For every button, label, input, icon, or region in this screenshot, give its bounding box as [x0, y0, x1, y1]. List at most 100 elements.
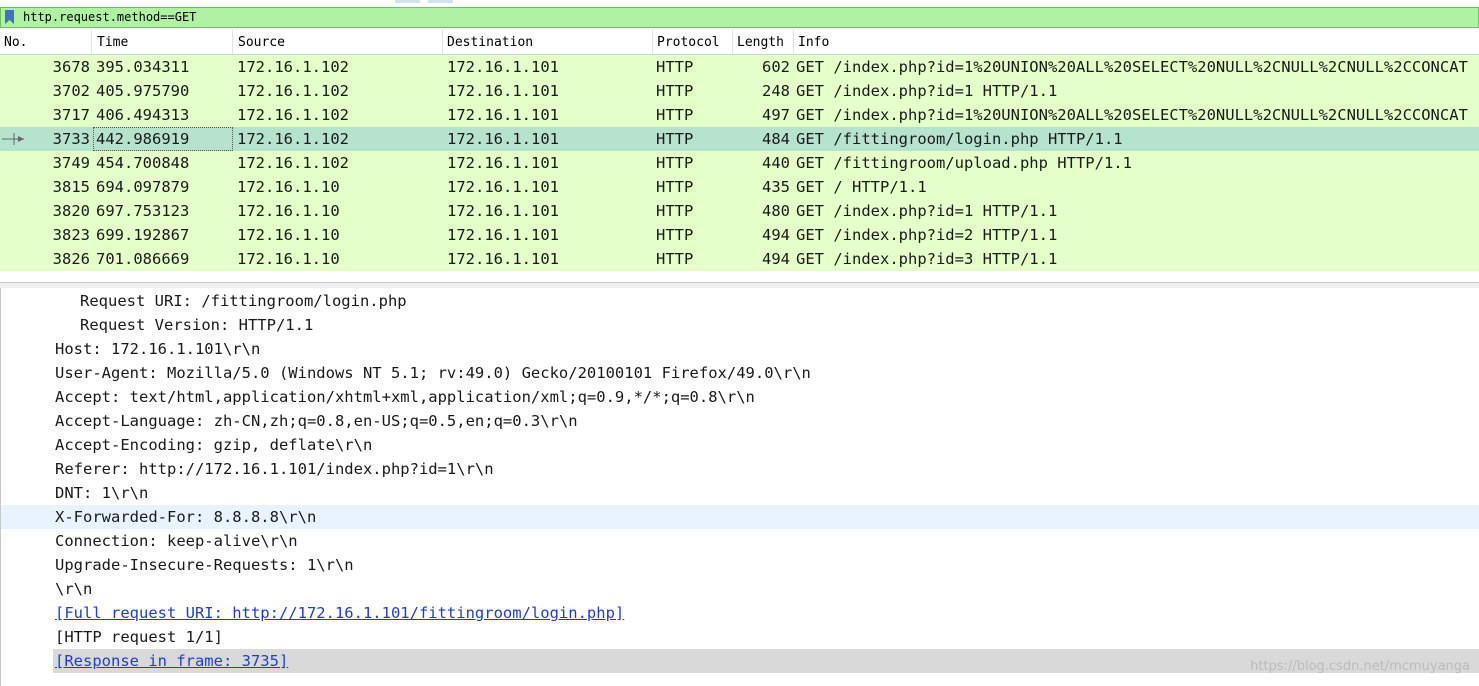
packet-time: 454.700848: [96, 154, 190, 172]
packet-no: 3702: [52, 82, 90, 100]
packet-source: 172.16.1.10: [237, 178, 340, 196]
packet-destination: 172.16.1.101: [447, 106, 559, 124]
packet-time: 406.494313: [96, 106, 190, 124]
packet-protocol: HTTP: [656, 82, 694, 100]
packet-row[interactable]: 3717 406.494313 172.16.1.102 172.16.1.101 HT…: [0, 103, 1479, 127]
packet-no: 3820: [52, 202, 90, 220]
packet-source: 172.16.1.102: [237, 58, 349, 76]
packet-info: GET /fittingroom/login.php HTTP/1.1: [796, 130, 1123, 148]
packet-info: GET /fittingroom/upload.php HTTP/1.1: [796, 154, 1132, 172]
packet-no: 3823: [52, 226, 90, 244]
packet-list-header: No. Time Source Destination Protocol Len…: [0, 30, 1479, 55]
packet-destination: 172.16.1.101: [447, 178, 559, 196]
packet-protocol: HTTP: [656, 226, 694, 244]
watermark: https://blog.csdn.net/mcmuyanga: [1250, 659, 1470, 674]
packet-row[interactable]: 3678 395.034311 172.16.1.102 172.16.1.101 HT…: [0, 55, 1479, 79]
packet-info: GET /index.php?id=1 HTTP/1.1: [796, 82, 1058, 100]
packet-destination: 172.16.1.101: [447, 202, 559, 220]
toolbar-tab[interactable]: [428, 0, 453, 3]
packet-source: 172.16.1.10: [237, 226, 340, 244]
packet-row[interactable]: 3702 405.975790 172.16.1.102 172.16.1.101 HT…: [0, 79, 1479, 103]
packet-destination: 172.16.1.101: [447, 250, 559, 268]
detail-line-user-agent[interactable]: User-Agent: Mozilla/5.0 (Windows NT 5.1;…: [1, 361, 1479, 385]
packet-source: 172.16.1.102: [237, 82, 349, 100]
detail-line-accept-encoding[interactable]: Accept-Encoding: gzip, deflate\r\n: [1, 433, 1479, 457]
packet-time: 395.034311: [96, 58, 190, 76]
detail-line-http-request[interactable]: [HTTP request 1/1]: [1, 625, 1479, 649]
packet-length: 602: [762, 58, 790, 76]
col-header-time[interactable]: Time: [93, 30, 233, 54]
detail-line-connection[interactable]: Connection: keep-alive\r\n: [1, 529, 1479, 553]
packet-source: 172.16.1.10: [237, 250, 340, 268]
packet-source: 172.16.1.102: [237, 106, 349, 124]
full-request-uri-link[interactable]: [Full request URI: http://172.16.1.101/f…: [55, 601, 624, 625]
detail-line-upgrade-insecure-requests[interactable]: Upgrade-Insecure-Requests: 1\r\n: [1, 553, 1479, 577]
packet-length: 497: [762, 106, 790, 124]
packet-length: 484: [762, 130, 790, 148]
packet-destination: 172.16.1.101: [447, 154, 559, 172]
packet-protocol: HTTP: [656, 106, 694, 124]
packet-protocol: HTTP: [656, 178, 694, 196]
packet-length: 435: [762, 178, 790, 196]
packet-info: GET /index.php?id=1%20UNION%20ALL%20SELE…: [796, 58, 1468, 76]
col-header-no[interactable]: No.: [0, 30, 92, 54]
response-frame-link[interactable]: [Response in frame: 3735]: [55, 649, 288, 673]
filter-text[interactable]: http.request.method==GET: [23, 10, 196, 24]
detail-line-dnt[interactable]: DNT: 1\r\n: [1, 481, 1479, 505]
detail-line-crlf[interactable]: \r\n: [1, 577, 1479, 601]
packet-length: 480: [762, 202, 790, 220]
col-header-source[interactable]: Source: [234, 30, 443, 54]
display-filter-bar[interactable]: http.request.method==GET: [0, 7, 1479, 28]
packet-info: GET /index.php?id=1 HTTP/1.1: [796, 202, 1058, 220]
packet-time: 405.975790: [96, 82, 190, 100]
col-header-info[interactable]: Info: [794, 30, 1479, 54]
packet-destination: 172.16.1.101: [447, 82, 559, 100]
packet-time: 442.986919: [96, 130, 190, 148]
detail-line-host[interactable]: Host: 172.16.1.101\r\n: [1, 337, 1479, 361]
packet-no: 3678: [52, 58, 90, 76]
packet-length: 494: [762, 226, 790, 244]
detail-line-request-uri[interactable]: Request URI: /fittingroom/login.php: [1, 289, 1479, 313]
detail-line-request-version[interactable]: Request Version: HTTP/1.1: [1, 313, 1479, 337]
packet-destination: 172.16.1.101: [447, 226, 559, 244]
col-header-length[interactable]: Length: [733, 30, 794, 54]
packet-details[interactable]: Request URI: /fittingroom/login.php Requ…: [0, 288, 1479, 686]
packet-info: GET / HTTP/1.1: [796, 178, 927, 196]
packet-info: GET /index.php?id=2 HTTP/1.1: [796, 226, 1058, 244]
detail-line-full-request-uri[interactable]: [Full request URI: http://172.16.1.101/f…: [1, 601, 1479, 625]
packet-no: 3826: [52, 250, 90, 268]
packet-source: 172.16.1.102: [237, 154, 349, 172]
packet-protocol: HTTP: [656, 202, 694, 220]
packet-info: GET /index.php?id=1%20UNION%20ALL%20SELE…: [796, 106, 1468, 124]
packet-time: 699.192867: [96, 226, 190, 244]
packet-info: GET /index.php?id=3 HTTP/1.1: [796, 250, 1058, 268]
packet-no: 3815: [52, 178, 90, 196]
packet-row[interactable]: 3749 454.700848 172.16.1.102 172.16.1.101 HT…: [0, 151, 1479, 175]
toolbar-tab[interactable]: [395, 0, 420, 3]
packet-length: 440: [762, 154, 790, 172]
packet-row[interactable]: 3826 701.086669 172.16.1.10 172.16.1.101 HTT…: [0, 247, 1479, 271]
packet-protocol: HTTP: [656, 154, 694, 172]
packet-destination: 172.16.1.101: [447, 130, 559, 148]
top-strip: [0, 0, 1479, 7]
packet-source: 172.16.1.10: [237, 202, 340, 220]
packet-list[interactable]: No. Time Source Destination Protocol Len…: [0, 30, 1479, 282]
packet-protocol: HTTP: [656, 130, 694, 148]
detail-line-referer[interactable]: Referer: http://172.16.1.101/index.php?i…: [1, 457, 1479, 481]
col-header-destination[interactable]: Destination: [443, 30, 653, 54]
packet-row[interactable]: 3823 699.192867 172.16.1.10 172.16.1.101 HTT…: [0, 223, 1479, 247]
packet-time: 694.097879: [96, 178, 190, 196]
packet-destination: 172.16.1.101: [447, 58, 559, 76]
bookmark-icon[interactable]: [5, 10, 14, 24]
detail-line-accept-language[interactable]: Accept-Language: zh-CN,zh;q=0.8,en-US;q=…: [1, 409, 1479, 433]
packet-row[interactable]: 3815 694.097879 172.16.1.10 172.16.1.101 HTT…: [0, 175, 1479, 199]
packet-protocol: HTTP: [656, 250, 694, 268]
packet-row[interactable]: 3820 697.753123 172.16.1.10 172.16.1.101 HTT…: [0, 199, 1479, 223]
col-header-protocol[interactable]: Protocol: [653, 30, 733, 54]
packet-length: 248: [762, 82, 790, 100]
packet-row[interactable]: 3733 442.986919 172.16.1.102 172.16.1.101 HT…: [0, 127, 1479, 151]
packet-time: 701.086669: [96, 250, 190, 268]
detail-line-accept[interactable]: Accept: text/html,application/xhtml+xml,…: [1, 385, 1479, 409]
detail-line-x-forwarded-for[interactable]: X-Forwarded-For: 8.8.8.8\r\n: [1, 505, 1479, 529]
packet-length: 494: [762, 250, 790, 268]
